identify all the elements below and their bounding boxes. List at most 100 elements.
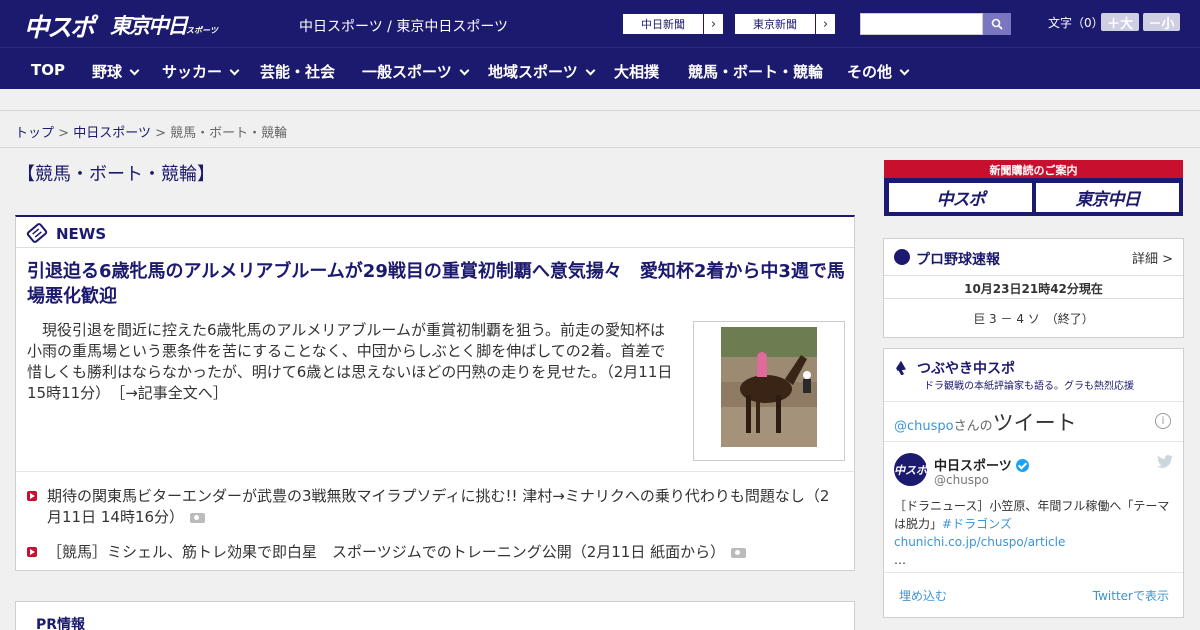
info-icon[interactable]: i xyxy=(1155,413,1171,429)
twitter-bird-icon[interactable] xyxy=(1157,455,1173,469)
breadcrumb-separator: > xyxy=(58,126,70,141)
verified-icon xyxy=(1015,459,1029,472)
breadcrumb-bar: トップ > 中日スポーツ > 競馬・ボート・競輪 xyxy=(0,110,1200,148)
tweet-widget-title: つぶやき中スポ xyxy=(917,361,1015,377)
news-item-text: 期待の関東馬ビターエンダーが武豊の3戦無敗マイラプソディに挑む!! 津村→ミナリ… xyxy=(47,487,830,526)
breadcrumb-section[interactable]: 中日スポーツ xyxy=(73,126,151,141)
nav-label: 地域スポーツ xyxy=(488,63,578,81)
divider xyxy=(16,471,854,472)
megaphone-icon xyxy=(896,360,906,375)
news-item-text: ［競馬］ミシェル、筋トレ効果で即白星 スポーツジムでのトレーニング公開（2月11… xyxy=(47,543,726,561)
tweet-header: @chuspoさんのツイート xyxy=(894,407,1077,437)
site-links[interactable]: 中日スポーツ / 東京中日スポーツ xyxy=(299,16,508,36)
tweet-handle-link[interactable]: @chuspo xyxy=(894,419,954,434)
page-title: 【競馬・ボート・競輪】 xyxy=(17,164,215,185)
breadcrumb: トップ > 中日スポーツ > 競馬・ボート・競輪 xyxy=(15,122,287,141)
news-list-item[interactable]: 期待の関東馬ビターエンダーが武豊の3戦無敗マイラプソディに挑む!! 津村→ミナリ… xyxy=(27,486,842,528)
nav-label: その他 xyxy=(847,63,893,81)
baseball-timestamp: 10月23日21時42分現在 xyxy=(884,275,1183,299)
baseball-detail-link[interactable]: 詳細 > xyxy=(1132,248,1173,267)
search-input[interactable] xyxy=(860,13,983,35)
view-on-twitter-link[interactable]: Twitterで表示 xyxy=(1093,587,1169,604)
font-size-decrease-button[interactable]: －小 xyxy=(1143,13,1180,32)
main-nav: TOP 野球 サッカー 芸能・社会 一般スポーツ 地域スポーツ 大相撲 競馬・ボ… xyxy=(0,47,1200,89)
camera-icon xyxy=(731,547,747,558)
nav-label: 競馬・ボート・競輪 xyxy=(688,63,824,81)
chevron-down-icon xyxy=(129,65,140,76)
tweet-text-body: ［ドラニュース］小笠原、年間フル稼働へ「テーマは脱力」 xyxy=(894,499,1170,531)
news-photo-frame[interactable] xyxy=(693,321,845,461)
news-section: NEWS 引退迫る6歳牝馬のアルメリアブルームが29戦目の重賞初制覇へ意気揚々 … xyxy=(15,215,855,571)
avatar[interactable]: 中スポ xyxy=(894,453,927,486)
tweet-san: さんの xyxy=(953,419,993,434)
nav-label: TOP xyxy=(31,61,65,79)
tokyo-chunichi-logo[interactable]: 東京中日スポーツ xyxy=(110,10,218,40)
breadcrumb-current: 競馬・ボート・競輪 xyxy=(170,126,288,141)
nav-item-other[interactable]: その他 xyxy=(847,61,910,82)
tokyo-logo-text: 東京中日 xyxy=(110,14,188,38)
breadcrumb-separator: > xyxy=(155,126,166,141)
embed-link[interactable]: 埋め込む xyxy=(899,587,947,604)
pr-section: PR情報 xyxy=(15,601,855,630)
nav-label: サッカー xyxy=(162,63,223,81)
chuspo-logo[interactable]: 中スポ xyxy=(24,8,95,44)
tweet-word: ツイート xyxy=(992,411,1077,435)
baseball-scores-widget: プロ野球速報 詳細 > 10月23日21時42分現在 巨 3 － 4 ソ （終了… xyxy=(883,238,1184,338)
tokyo-shimbun-button[interactable]: 東京新聞 › xyxy=(734,13,836,35)
chevron-down-icon xyxy=(229,65,240,76)
news-heading: NEWS xyxy=(56,225,107,243)
baseball-score[interactable]: 巨 3 － 4 ソ （終了） xyxy=(884,310,1183,327)
news-headline[interactable]: 引退迫る6歳牝馬のアルメリアブルームが29戦目の重賞初制覇へ意気揚々 愛知杯2着… xyxy=(27,259,847,309)
nav-label: 芸能・社会 xyxy=(260,63,336,81)
chevron-down-icon xyxy=(459,65,470,76)
tweet-author-label: 中日スポーツ xyxy=(934,459,1012,474)
divider xyxy=(884,441,1183,442)
nav-item-sumo[interactable]: 大相撲 xyxy=(614,61,659,82)
chevron-right-icon: › xyxy=(703,14,723,34)
tweet-ellipsis: … xyxy=(894,553,906,567)
news-lead: 現役引退を間近に控えた6歳牝馬のアルメリアブルームが重賞初制覇を狙う。前走の愛知… xyxy=(27,320,677,404)
nav-label: 一般スポーツ xyxy=(362,63,452,81)
nav-label: 大相撲 xyxy=(614,63,660,81)
nav-item-keiba[interactable]: 競馬・ボート・競輪 xyxy=(688,61,823,82)
nav-item-soccer[interactable]: サッカー xyxy=(162,61,240,82)
divider xyxy=(884,401,1183,402)
nav-item-regional-sports[interactable]: 地域スポーツ xyxy=(488,61,596,82)
camera-icon xyxy=(190,512,206,523)
chevron-down-icon xyxy=(585,65,596,76)
nav-item-entertainment[interactable]: 芸能・社会 xyxy=(260,61,335,82)
chunichi-shimbun-button[interactable]: 中日新聞 › xyxy=(622,13,724,35)
nav-item-general-sports[interactable]: 一般スポーツ xyxy=(362,61,470,82)
chevron-right-icon: › xyxy=(815,14,835,34)
news-list-item[interactable]: ［競馬］ミシェル、筋トレ効果で即白星 スポーツジムでのトレーニング公開（2月11… xyxy=(27,542,842,563)
tweet-widget-subtitle: ドラ観戦の本紙評論家も語る。グラも熱烈応援 xyxy=(924,381,1134,392)
twitter-widget: つぶやき中スポ ドラ観戦の本紙評論家も語る。グラも熱烈応援 @chuspoさんの… xyxy=(883,348,1184,618)
divider xyxy=(884,572,1183,573)
subscribe-tokyo-button[interactable]: 東京中日 xyxy=(1036,183,1179,212)
tweet-author-name[interactable]: 中日スポーツ xyxy=(934,455,1029,474)
tokyo-logo-small: スポーツ xyxy=(186,26,218,35)
play-bullet-icon xyxy=(27,547,37,557)
baseball-icon xyxy=(894,249,910,265)
search-button[interactable] xyxy=(983,13,1011,35)
breadcrumb-top[interactable]: トップ xyxy=(15,126,54,141)
chevron-down-icon xyxy=(899,65,910,76)
news-header: NEWS xyxy=(16,217,854,248)
play-bullet-icon xyxy=(27,491,37,501)
read-more-link[interactable]: ［→記事全文へ］ xyxy=(118,384,228,402)
site-header: 中スポ 東京中日スポーツ 中日スポーツ / 東京中日スポーツ 中日新聞 › 東京… xyxy=(0,0,1200,47)
subscribe-chuspo-button[interactable]: 中スポ xyxy=(889,183,1032,212)
news-photo xyxy=(721,327,817,447)
pr-heading: PR情報 xyxy=(36,617,86,630)
chunichi-shimbun-label: 中日新聞 xyxy=(641,18,685,31)
tweet-hashtag-link[interactable]: #ドラゴンズ xyxy=(942,517,1012,531)
tweet-text: ［ドラニュース］小笠原、年間フル稼働へ「テーマは脱力」#ドラゴンズ chunich… xyxy=(894,497,1174,569)
tweet-screen-name[interactable]: @chuspo xyxy=(934,473,989,487)
nav-item-baseball[interactable]: 野球 xyxy=(92,61,140,82)
subscribe-label: 新聞購読のご案内 xyxy=(989,164,1078,177)
font-size-increase-button[interactable]: ＋大 xyxy=(1101,13,1139,32)
baseball-title: プロ野球速報 xyxy=(916,252,1000,268)
tweet-url-link[interactable]: chunichi.co.jp/chuspo/article xyxy=(894,535,1065,549)
nav-item-top[interactable]: TOP xyxy=(31,61,65,79)
font-size-label: 文字（0） xyxy=(1048,16,1104,30)
